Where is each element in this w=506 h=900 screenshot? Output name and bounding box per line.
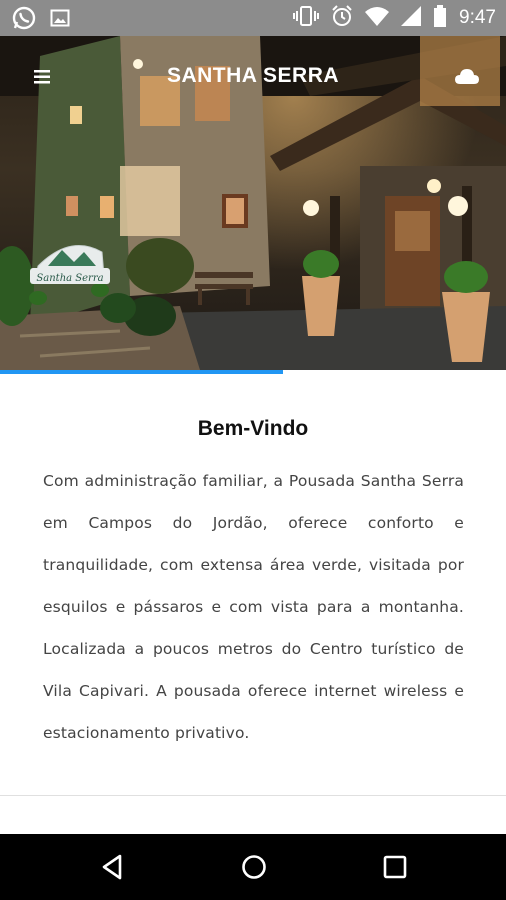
hero-image: Santha Serra SANTHA SERRA (0, 36, 506, 370)
vibrate-icon (293, 5, 320, 31)
signal-icon (401, 6, 422, 30)
sign-text: Santha Serra (36, 273, 103, 284)
cloud-icon (455, 69, 479, 84)
clock: 9:47 (459, 7, 496, 28)
back-icon (102, 854, 122, 880)
welcome-heading: Bem-Vindo (197, 417, 309, 440)
cloud-button[interactable] (454, 66, 480, 88)
recents-button[interactable] (380, 852, 410, 882)
home-button[interactable] (239, 852, 269, 882)
navigation-bar (0, 834, 506, 900)
welcome-text: Com administração familiar, a Pousada Sa… (43, 472, 464, 742)
battery-icon (433, 5, 447, 31)
divider (0, 795, 506, 796)
app-title: SANTHA SERRA (166, 64, 340, 87)
home-icon (242, 855, 266, 879)
recents-icon (383, 855, 407, 879)
back-button[interactable] (98, 852, 128, 882)
welcome-section: Bem-Vindo Com administração familiar, a … (0, 374, 506, 794)
wifi-icon (365, 6, 390, 30)
image-icon (50, 8, 70, 32)
status-bar: 9:47 (0, 0, 506, 36)
whatsapp-icon (12, 6, 36, 34)
alarm-icon (331, 5, 353, 31)
